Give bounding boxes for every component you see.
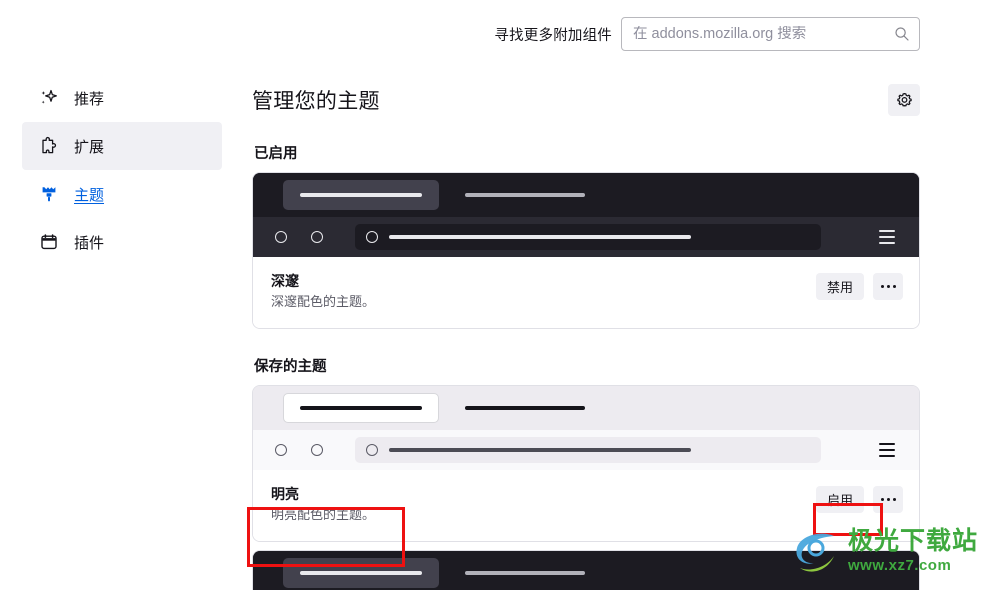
preview-active-tab bbox=[283, 180, 439, 210]
sidebar-item-label: 推荐 bbox=[74, 90, 105, 108]
page-title: 管理您的主题 bbox=[252, 90, 380, 113]
main-content: 管理您的主题 已启用 深邃 深邃配色的主题。 禁用 保存的主题 明亮 明亮配色的… bbox=[238, 68, 984, 590]
preview-hamburger-icon bbox=[879, 230, 895, 244]
search-box[interactable] bbox=[621, 17, 920, 51]
sidebar-item-themes[interactable]: 主题 bbox=[22, 170, 222, 218]
preview-forward-dot bbox=[311, 444, 323, 456]
theme-more-options-button[interactable] bbox=[873, 486, 903, 513]
sidebar-nav: 推荐 扩展 主题 插件 bbox=[0, 68, 238, 590]
theme-actions: 禁用 bbox=[815, 273, 903, 300]
preview-toolbar bbox=[253, 430, 919, 470]
disable-theme-button[interactable]: 禁用 bbox=[815, 273, 864, 300]
preview-tabstrip bbox=[253, 386, 919, 430]
settings-gear-button[interactable] bbox=[888, 84, 920, 116]
theme-description: 深邃配色的主题。 bbox=[271, 294, 376, 309]
theme-card-footer: 深邃 深邃配色的主题。 禁用 bbox=[253, 257, 919, 328]
watermark: 极光下载站 www.xz7.com bbox=[790, 528, 978, 574]
sidebar-item-extensions[interactable]: 扩展 bbox=[22, 122, 222, 170]
sidebar-item-plugins[interactable]: 插件 bbox=[22, 218, 222, 266]
puzzle-piece-icon bbox=[39, 136, 59, 156]
section-heading-saved: 保存的主题 bbox=[254, 359, 327, 375]
plugin-icon bbox=[39, 232, 59, 252]
preview-hamburger-icon bbox=[879, 443, 895, 457]
theme-preview-light bbox=[253, 386, 919, 470]
preview-urlbar bbox=[355, 224, 821, 250]
theme-card-saved-light[interactable]: 明亮 明亮配色的主题。 启用 bbox=[252, 385, 920, 542]
search-input[interactable] bbox=[633, 26, 894, 42]
sidebar-item-label: 扩展 bbox=[74, 138, 105, 156]
preview-active-tab bbox=[283, 393, 439, 423]
theme-meta: 深邃 深邃配色的主题。 bbox=[271, 271, 816, 312]
watermark-url: www.xz7.com bbox=[847, 557, 952, 574]
preview-toolbar bbox=[253, 217, 919, 257]
section-heading-enabled: 已启用 bbox=[254, 146, 298, 162]
theme-actions: 启用 bbox=[815, 486, 903, 513]
preview-active-tab bbox=[283, 558, 439, 588]
preview-back-dot bbox=[275, 231, 287, 243]
sidebar-item-label: 主题 bbox=[74, 186, 105, 204]
search-icon[interactable] bbox=[894, 26, 910, 42]
find-more-addons-label: 寻找更多附加组件 bbox=[494, 27, 612, 44]
theme-meta: 明亮 明亮配色的主题。 bbox=[271, 484, 816, 525]
sidebar-item-label: 插件 bbox=[74, 234, 105, 252]
theme-name: 深邃 bbox=[271, 273, 299, 289]
watermark-title: 极光下载站 bbox=[847, 527, 978, 555]
theme-name: 明亮 bbox=[271, 486, 299, 502]
preview-tabstrip bbox=[253, 173, 919, 217]
theme-preview-dark bbox=[253, 173, 919, 257]
addons-manager-window: 寻找更多附加组件 推荐 bbox=[0, 0, 984, 590]
enable-theme-button[interactable]: 启用 bbox=[815, 486, 864, 513]
paintbrush-icon bbox=[39, 184, 59, 204]
preview-urlbar bbox=[355, 437, 821, 463]
addons-search-bar: 寻找更多附加组件 bbox=[0, 0, 984, 68]
sparkle-icon bbox=[39, 88, 59, 108]
preview-forward-dot bbox=[311, 231, 323, 243]
page-header: 管理您的主题 bbox=[252, 68, 920, 116]
theme-description: 明亮配色的主题。 bbox=[271, 507, 376, 522]
preview-back-dot bbox=[275, 444, 287, 456]
gear-icon bbox=[896, 92, 912, 106]
theme-more-options-button[interactable] bbox=[873, 273, 903, 300]
watermark-logo-icon bbox=[796, 533, 834, 572]
sidebar-item-recommended[interactable]: 推荐 bbox=[22, 74, 222, 122]
theme-card-enabled[interactable]: 深邃 深邃配色的主题。 禁用 bbox=[252, 172, 920, 329]
